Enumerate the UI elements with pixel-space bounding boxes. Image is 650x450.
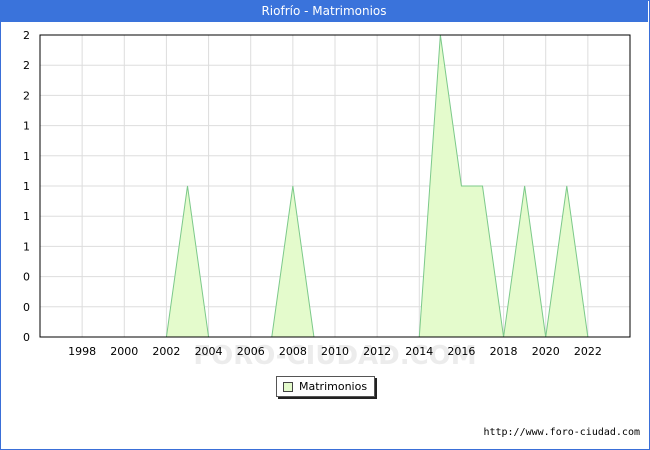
y-tick-label: 2: [23, 89, 30, 102]
x-tick-label: 2012: [363, 345, 391, 358]
x-tick-label: 1998: [68, 345, 96, 358]
y-tick-label: 0: [23, 301, 30, 314]
x-tick-label: 2018: [490, 345, 518, 358]
source-url: http://www.foro-ciudad.com: [483, 427, 640, 438]
x-tick-label: 2020: [532, 345, 560, 358]
x-tick-label: 2006: [237, 345, 265, 358]
y-tick-label: 1: [23, 150, 30, 163]
y-tick-label: 2: [23, 29, 30, 42]
x-tick-label: 2008: [279, 345, 307, 358]
y-tick-label: 2: [23, 59, 30, 72]
x-tick-label: 2022: [574, 345, 602, 358]
y-tick-label: 1: [23, 120, 30, 133]
x-tick-label: 2002: [152, 345, 180, 358]
legend: Matrimonios: [276, 376, 376, 397]
legend-swatch: [283, 381, 293, 392]
x-tick-label: 2004: [195, 345, 223, 358]
x-tick-label: 2014: [405, 345, 433, 358]
y-tick-label: 0: [23, 331, 30, 344]
y-tick-label: 1: [23, 210, 30, 223]
y-tick-label: 1: [23, 240, 30, 253]
x-tick-label: 2016: [447, 345, 475, 358]
legend-label: Matrimonios: [299, 380, 368, 393]
y-tick-label: 1: [23, 180, 30, 193]
x-tick-label: 2000: [110, 345, 138, 358]
y-tick-label: 0: [23, 271, 30, 284]
x-tick-label: 2010: [321, 345, 349, 358]
